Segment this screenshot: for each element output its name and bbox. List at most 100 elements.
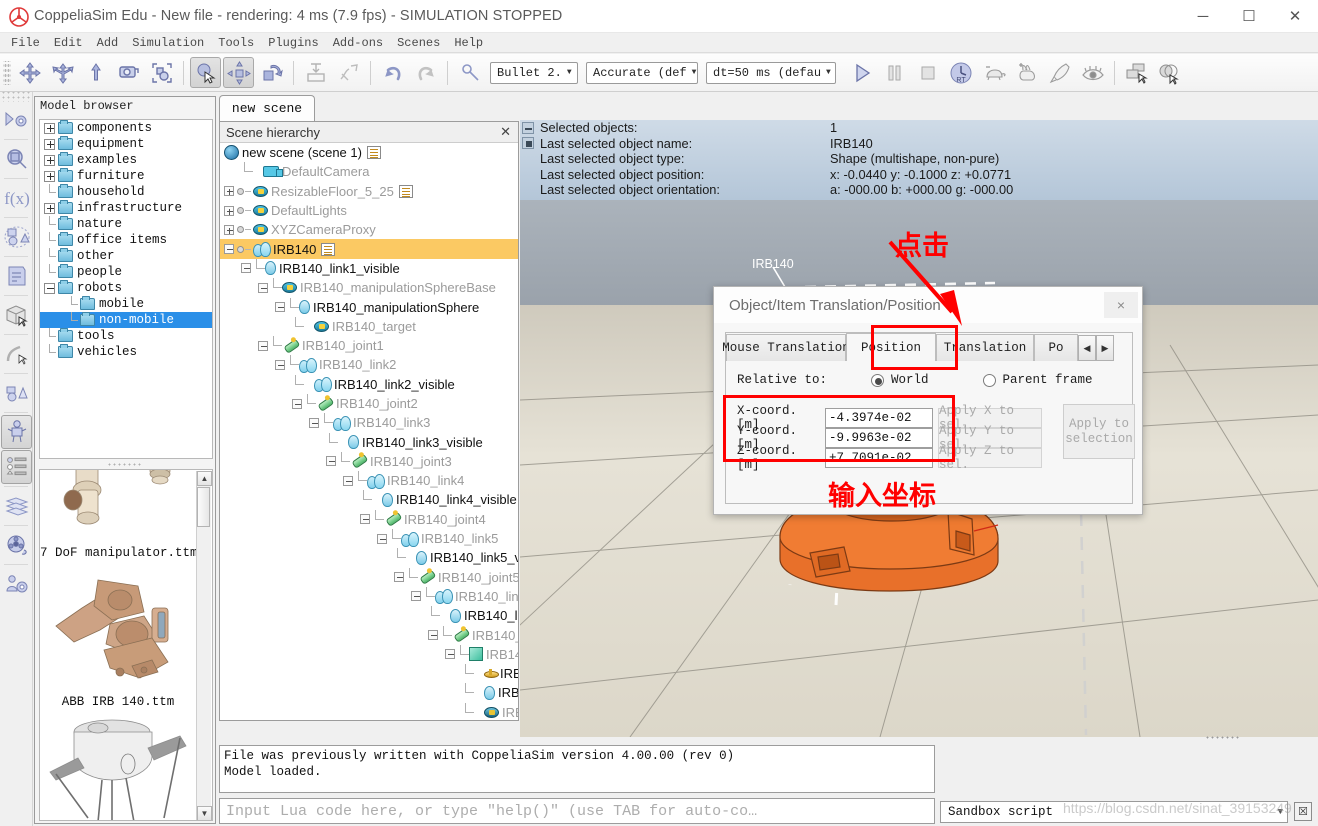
menu-edit[interactable]: Edit (47, 35, 90, 51)
hierarchy-item-irb140-link1-visible[interactable]: IRB140_link1_visible (220, 258, 518, 278)
object-rotate-icon[interactable] (47, 57, 78, 88)
rabbit-icon[interactable] (1011, 57, 1042, 88)
expand-icon[interactable] (44, 122, 55, 134)
hierarchy-item-irb140-link7[interactable]: IRB140_link7 (220, 644, 518, 664)
apply-to-selection-button[interactable]: Apply to selection (1063, 404, 1135, 459)
collapse-icon[interactable] (292, 398, 302, 409)
collapse-icon[interactable] (275, 359, 285, 370)
engine-accuracy-combo[interactable]: Accurate (def ▼ (586, 61, 698, 84)
shape-edit-icon[interactable] (1, 298, 32, 332)
model-browser-icon[interactable] (1, 415, 32, 449)
scene-hierarchy-icon[interactable] (1, 450, 32, 484)
physics-engine-combo[interactable]: Bullet 2. ▼ (490, 61, 578, 84)
collapse-icon[interactable] (411, 591, 421, 602)
hierarchy-item-irb140-joint3[interactable]: IRB140_joint3 (220, 451, 518, 471)
hierarchy-item-irb140-joint2[interactable]: IRB140_joint2 (220, 394, 518, 413)
hierarchy-item-resizablefloor-5-25[interactable]: ResizableFloor_5_25 (220, 182, 518, 201)
tab-mouse-translation[interactable]: Mouse Translation (722, 334, 850, 361)
scrollbar-thumb[interactable] (197, 487, 210, 527)
page-selection-icon[interactable] (190, 57, 221, 88)
model-browser-item-household[interactable]: household (40, 184, 212, 200)
hierarchy-item-irb140-link[interactable]: IRB140_link (220, 683, 518, 702)
hierarchy-item-defaultcamera[interactable]: DefaultCamera (220, 162, 518, 181)
hierarchy-item-irb140-link2-visible[interactable]: IRB140_link2_visible (220, 374, 518, 394)
collapse-icon[interactable] (275, 302, 285, 313)
collapse-icon[interactable] (241, 263, 251, 274)
geometry-icon[interactable] (1, 376, 32, 410)
timestep-combo[interactable]: dt=50 ms (defau ▼ (706, 61, 836, 84)
hierarchy-item-irb140-target[interactable]: IRB140_target (220, 316, 518, 336)
collapse-icon[interactable] (343, 475, 353, 486)
model-browser-item-office-items[interactable]: office items (40, 232, 212, 248)
collapse-icon[interactable] (377, 533, 387, 544)
maximize-button[interactable]: ☐ (1226, 0, 1272, 32)
object-manipulation-icon[interactable] (223, 57, 254, 88)
expand-icon[interactable] (224, 205, 234, 216)
collapse-icon[interactable] (360, 514, 370, 525)
info-expand-checkbox[interactable] (522, 137, 534, 149)
layers-icon[interactable] (1, 489, 32, 523)
tab-next-icon[interactable]: ▶ (1096, 335, 1114, 361)
script-icon[interactable] (366, 146, 381, 160)
hierarchy-item-irb140-link3-visible[interactable]: IRB140_link3_visible (220, 432, 518, 451)
page-layout-icon[interactable] (1121, 57, 1152, 88)
rocket-icon[interactable] (1044, 57, 1075, 88)
lua-input-field[interactable]: Input Lua code here, or type "help()" (u… (219, 798, 935, 824)
calculation-modules-icon[interactable]: f(x) (1, 181, 32, 215)
collections-icon[interactable] (1, 220, 32, 254)
collapse-icon[interactable] (428, 630, 438, 641)
model-browser-scrollbar[interactable]: ▲ ▼ (196, 471, 212, 820)
rotate-manipulation-icon[interactable] (256, 57, 287, 88)
user-settings-icon[interactable] (1, 567, 32, 601)
assemble-icon[interactable] (300, 57, 331, 88)
model-browser-item-infrastructure[interactable]: infrastructure (40, 200, 212, 216)
hierarchy-item-irb140-link6[interactable]: IRB140_link6 (220, 586, 518, 606)
collapse-icon[interactable] (258, 282, 268, 293)
model-browser-item-nature[interactable]: nature (40, 216, 212, 232)
stop-simulation-button[interactable] (912, 57, 943, 88)
model-browser-item-non-mobile[interactable]: non-mobile (40, 312, 212, 328)
hierarchy-item-new-scene-scene-1-[interactable]: new scene (scene 1) (220, 143, 518, 162)
tab-position-overflow[interactable]: Po (1034, 334, 1078, 361)
info-minimize-checkbox[interactable] (522, 122, 534, 134)
hierarchy-item-irb140-manipulationsphere[interactable]: IRB140_manipulationSphere (220, 297, 518, 316)
expand-icon[interactable] (44, 138, 55, 150)
model-browser-tree[interactable]: components equipment examples furniture hous… (39, 119, 213, 459)
dynamics-toggle-icon[interactable] (454, 57, 485, 88)
redo-icon[interactable] (410, 57, 441, 88)
visibility-dot-icon[interactable] (237, 226, 244, 234)
visibility-dot-icon[interactable] (237, 187, 244, 195)
menu-tools[interactable]: Tools (211, 35, 261, 51)
hierarchy-item-irb140-joint5[interactable]: IRB140_joint5 (220, 567, 518, 587)
scene-hierarchy-tree[interactable]: new scene (scene 1) DefaultCamera Resizabl… (220, 143, 518, 720)
realtime-mode-icon[interactable]: RT (945, 57, 976, 88)
model-browser-item-equipment[interactable]: equipment (40, 136, 212, 152)
hierarchy-item-irb140-link4-visible[interactable]: IRB140_link4_visible (220, 490, 518, 509)
pause-simulation-button[interactable] (879, 57, 910, 88)
scene-object-properties-icon[interactable] (1, 142, 32, 176)
close-button[interactable]: ✕ (1272, 0, 1318, 32)
menu-simulation[interactable]: Simulation (125, 35, 211, 51)
expand-icon[interactable] (224, 224, 234, 235)
eye-icon[interactable] (1077, 57, 1108, 88)
model-browser-item-examples[interactable]: examples (40, 152, 212, 168)
hierarchy-item-xyzcameraproxy[interactable]: XYZCameraProxy (220, 220, 518, 239)
expand-icon[interactable] (44, 154, 55, 166)
hierarchy-item-irb140[interactable]: IRB140 (220, 239, 518, 259)
expand-icon[interactable] (44, 170, 55, 182)
object-selection-icon[interactable] (146, 57, 177, 88)
scroll-up-button[interactable]: ▲ (197, 471, 212, 486)
toolbar-grip[interactable] (3, 60, 11, 85)
menu-add[interactable]: Add (90, 35, 126, 51)
views-icon[interactable] (1154, 57, 1185, 88)
close-icon[interactable]: ✕ (496, 124, 515, 140)
path-edit-icon[interactable] (1, 337, 32, 371)
object-shift-icon[interactable] (14, 57, 45, 88)
menu-file[interactable]: File (4, 35, 47, 51)
minimize-button[interactable]: ─ (1180, 0, 1226, 32)
hierarchy-item-irb140-link4[interactable]: IRB140_link4 (220, 471, 518, 490)
model-browser-item-robots[interactable]: robots (40, 280, 212, 296)
hierarchy-item-irb140-co[interactable]: IRB140_co (220, 664, 518, 683)
menu-plugins[interactable]: Plugins (261, 35, 325, 51)
sandbox-clear-button[interactable]: ☒ (1294, 802, 1312, 821)
